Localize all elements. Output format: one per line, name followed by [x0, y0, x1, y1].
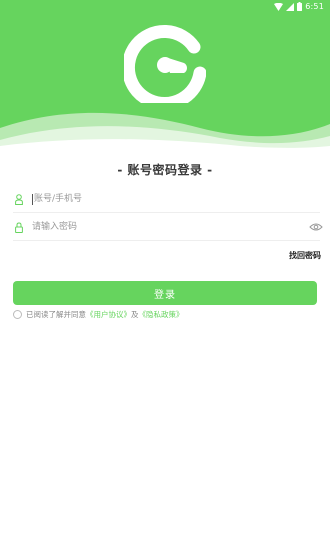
login-title: - 账号密码登录 - — [117, 163, 213, 177]
agreement-joiner: 及 — [131, 309, 139, 319]
agreement-row: 已阅读了解并同意 《用户协议》 及 《隐私政策》 — [13, 308, 184, 320]
user-icon — [13, 192, 25, 206]
divider — [13, 240, 320, 241]
forgot-password-link[interactable]: 找回密码 — [289, 250, 321, 261]
text-caret — [32, 193, 33, 205]
signal-icon — [286, 2, 295, 11]
battery-icon — [297, 2, 303, 11]
password-input[interactable] — [32, 218, 272, 236]
status-time: 6:51 — [305, 2, 324, 11]
status-bar: 6:51 — [0, 0, 330, 13]
app-logo — [124, 25, 206, 103]
user-agreement-link[interactable]: 《用户协议》 — [86, 309, 131, 320]
eye-icon[interactable] — [309, 222, 323, 232]
privacy-policy-link[interactable]: 《隐私政策》 — [139, 309, 184, 320]
agreement-checkbox[interactable] — [13, 309, 22, 319]
password-field[interactable] — [13, 216, 323, 238]
username-input[interactable] — [34, 190, 274, 208]
divider — [13, 212, 320, 213]
agreement-prefix: 已阅读了解并同意 — [26, 309, 86, 319]
username-field[interactable] — [13, 188, 323, 210]
lock-icon — [13, 220, 25, 234]
wifi-icon — [274, 2, 284, 11]
login-button[interactable]: 登录 — [13, 281, 317, 305]
